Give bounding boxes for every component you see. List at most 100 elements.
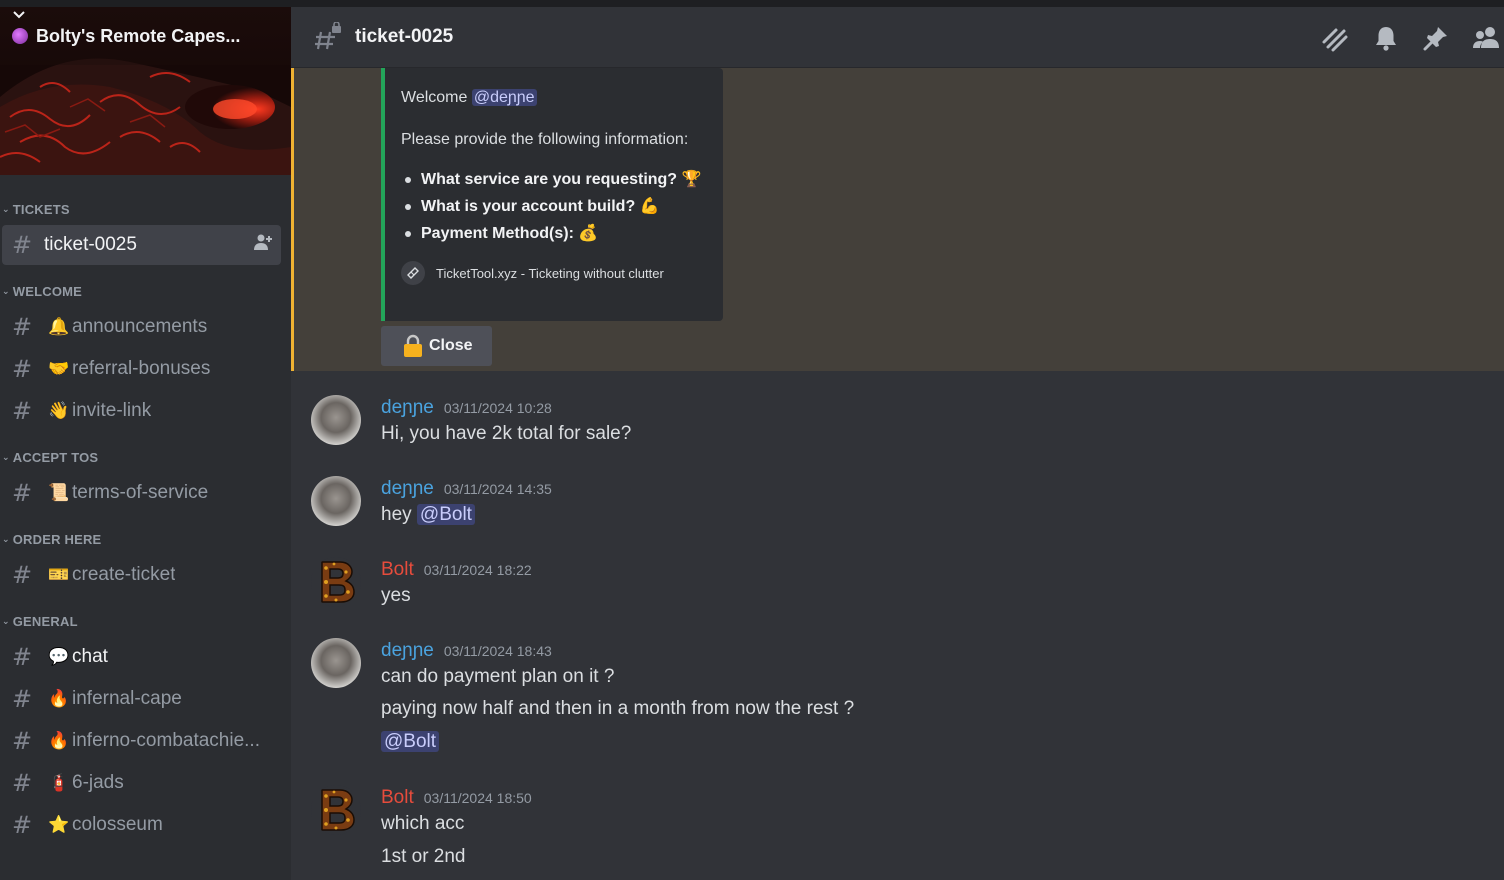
timestamp: 03/11/2024 18:43 — [443, 643, 552, 659]
message-header: deɲɲe 03/11/2024 18:43 — [381, 640, 552, 662]
channel-item[interactable]: # 🔥 infernal-cape — [2, 679, 281, 719]
trophy-icon: 🏆 — [681, 171, 702, 188]
server-banner: Bolty's Remote Capes... — [0, 7, 291, 175]
embed-question-list: What service are you requesting? 🏆 What … — [401, 166, 707, 247]
channel-item[interactable]: # 💬 chat — [2, 637, 281, 677]
money-bag-icon: 💰 — [578, 225, 599, 242]
channel-item[interactable]: # ticket-0025 — [2, 225, 281, 265]
channel-name: announcements — [72, 316, 208, 337]
username[interactable]: Bolt — [381, 559, 414, 581]
user-mention[interactable]: @deɲɲe — [471, 89, 537, 106]
chat-area: ticket-0025 Welcome @deɲɲe Please provid… — [291, 7, 1504, 880]
channel-item[interactable]: # 🎫 create-ticket — [2, 555, 281, 595]
category-header[interactable]: ⌄ ACCEPT TOS — [0, 447, 291, 467]
category-header[interactable]: ⌄ TICKETS — [0, 199, 291, 219]
category-label: ACCEPT TOS — [12, 449, 99, 465]
channel-item[interactable]: # ⭐ colosseum — [2, 805, 281, 845]
category-header[interactable]: ⌄ WELCOME — [0, 281, 291, 301]
avatar[interactable] — [311, 785, 361, 835]
category-collapse-icon: ⌄ — [2, 533, 10, 544]
channel-emoji-icon: 🔥 — [48, 689, 70, 708]
ticket-tool-icon — [401, 261, 425, 285]
message-text: yes — [381, 585, 411, 606]
server-boost-icon — [12, 28, 28, 44]
pin-icon[interactable] — [1422, 24, 1450, 52]
header-toolbar — [1298, 7, 1504, 68]
message-text: which acc — [381, 813, 465, 834]
server-header[interactable]: Bolty's Remote Capes... — [0, 7, 291, 65]
channel-list: ⌄ TICKETS # ticket-0025 ⌄ WELCOME # 🔔 announceme… — [0, 199, 291, 845]
channel-name: referral-bonuses — [72, 358, 211, 379]
title-strip — [0, 0, 1504, 7]
category-header[interactable]: ⌄ GENERAL — [0, 611, 291, 631]
channel-name: invite-link — [72, 400, 152, 421]
channel-sidebar: Bolty's Remote Capes... ⌄ TICKETS # ticket-… — [0, 7, 291, 880]
channel-item[interactable]: # 📜 terms-of-service — [2, 473, 281, 513]
message-text: @Bolt — [381, 730, 440, 754]
channel-emoji-icon: 🔔 — [48, 317, 70, 336]
text-channel-hash-icon: # — [12, 561, 33, 589]
chevron-down-icon[interactable] — [12, 7, 26, 21]
channel-category: ⌄ GENERAL # 💬 chat # 🔥 infernal-cape # 🔥 inferno-c… — [0, 611, 291, 845]
text-channel-hash-icon: # — [12, 397, 33, 425]
avatar[interactable] — [311, 395, 361, 445]
channel-emoji-icon: 📜 — [48, 483, 70, 502]
threads-icon[interactable] — [1320, 24, 1350, 52]
message-header: Bolt 03/11/2024 18:50 — [381, 787, 532, 809]
private-channel-hash-icon: # — [12, 231, 33, 259]
avatar[interactable] — [311, 638, 361, 688]
members-icon[interactable] — [1472, 24, 1504, 52]
category-header[interactable]: ⌄ ORDER HERE — [0, 529, 291, 549]
embed-question-item: What service are you requesting? 🏆 — [401, 166, 707, 193]
flexed-bicep-icon: 💪 — [639, 198, 660, 215]
user-mention[interactable]: @Bolt — [416, 504, 475, 525]
text-channel-hash-icon: # — [12, 313, 33, 341]
close-ticket-button[interactable]: Close — [381, 326, 492, 366]
embed-footer: TicketTool.xyz - Ticketing without clutt… — [401, 261, 707, 285]
channel-category: ⌄ TICKETS # ticket-0025 — [0, 199, 291, 265]
channel-item[interactable]: # 🔔 announcements — [2, 307, 281, 347]
text-channel-hash-icon: # — [12, 769, 33, 797]
channel-header: ticket-0025 — [291, 7, 1504, 68]
embed-prompt: Please provide the following information… — [401, 131, 689, 148]
category-label: ORDER HERE — [12, 531, 102, 547]
timestamp: 03/11/2024 10:28 — [443, 400, 552, 416]
user-mention[interactable]: @Bolt — [381, 731, 440, 752]
embed-question-item: Payment Method(s): 💰 — [401, 220, 707, 247]
category-label: WELCOME — [12, 283, 83, 299]
bell-icon[interactable] — [1372, 24, 1400, 52]
channel-category: ⌄ ORDER HERE # 🎫 create-ticket — [0, 529, 291, 595]
message-text: hey @Bolt — [381, 503, 475, 527]
username[interactable]: deɲɲe — [381, 640, 434, 662]
avatar[interactable] — [311, 476, 361, 526]
username[interactable]: Bolt — [381, 787, 414, 809]
lock-icon — [404, 334, 422, 357]
text-channel-hash-icon: # — [12, 685, 33, 713]
channel-item[interactable]: # 🔥 inferno-combatachie... — [2, 721, 281, 761]
text-channel-hash-icon: # — [12, 355, 33, 383]
message-header: deɲɲe 03/11/2024 14:35 — [381, 478, 552, 500]
channel-item[interactable]: # 🧯 6-jads — [2, 763, 281, 803]
add-member-icon[interactable] — [253, 233, 273, 257]
channel-emoji-icon: 🧯 — [48, 773, 70, 792]
channel-name: create-ticket — [72, 564, 176, 585]
channel-name: ticket-0025 — [44, 234, 137, 255]
username[interactable]: deɲɲe — [381, 478, 434, 500]
text-channel-hash-icon: # — [12, 643, 33, 671]
private-channel-hash-icon — [315, 22, 341, 50]
text-channel-hash-icon: # — [12, 727, 33, 755]
category-collapse-icon: ⌄ — [2, 451, 10, 462]
username[interactable]: deɲɲe — [381, 397, 434, 419]
timestamp: 03/11/2024 18:50 — [423, 790, 532, 806]
timestamp: 03/11/2024 18:22 — [423, 562, 532, 578]
category-collapse-icon: ⌄ — [2, 615, 10, 626]
message-list: Welcome @deɲɲe Please provide the follow… — [291, 68, 1504, 880]
avatar[interactable] — [311, 557, 361, 607]
text-channel-hash-icon: # — [12, 811, 33, 839]
server-name: Bolty's Remote Capes... — [36, 25, 241, 46]
channel-item[interactable]: # 🤝 referral-bonuses — [2, 349, 281, 389]
category-collapse-icon: ⌄ — [2, 203, 10, 214]
channel-item[interactable]: # 👋 invite-link — [2, 391, 281, 431]
channel-category: ⌄ WELCOME # 🔔 announcements # 🤝 referral-bonuse… — [0, 281, 291, 431]
category-collapse-icon: ⌄ — [2, 285, 10, 296]
